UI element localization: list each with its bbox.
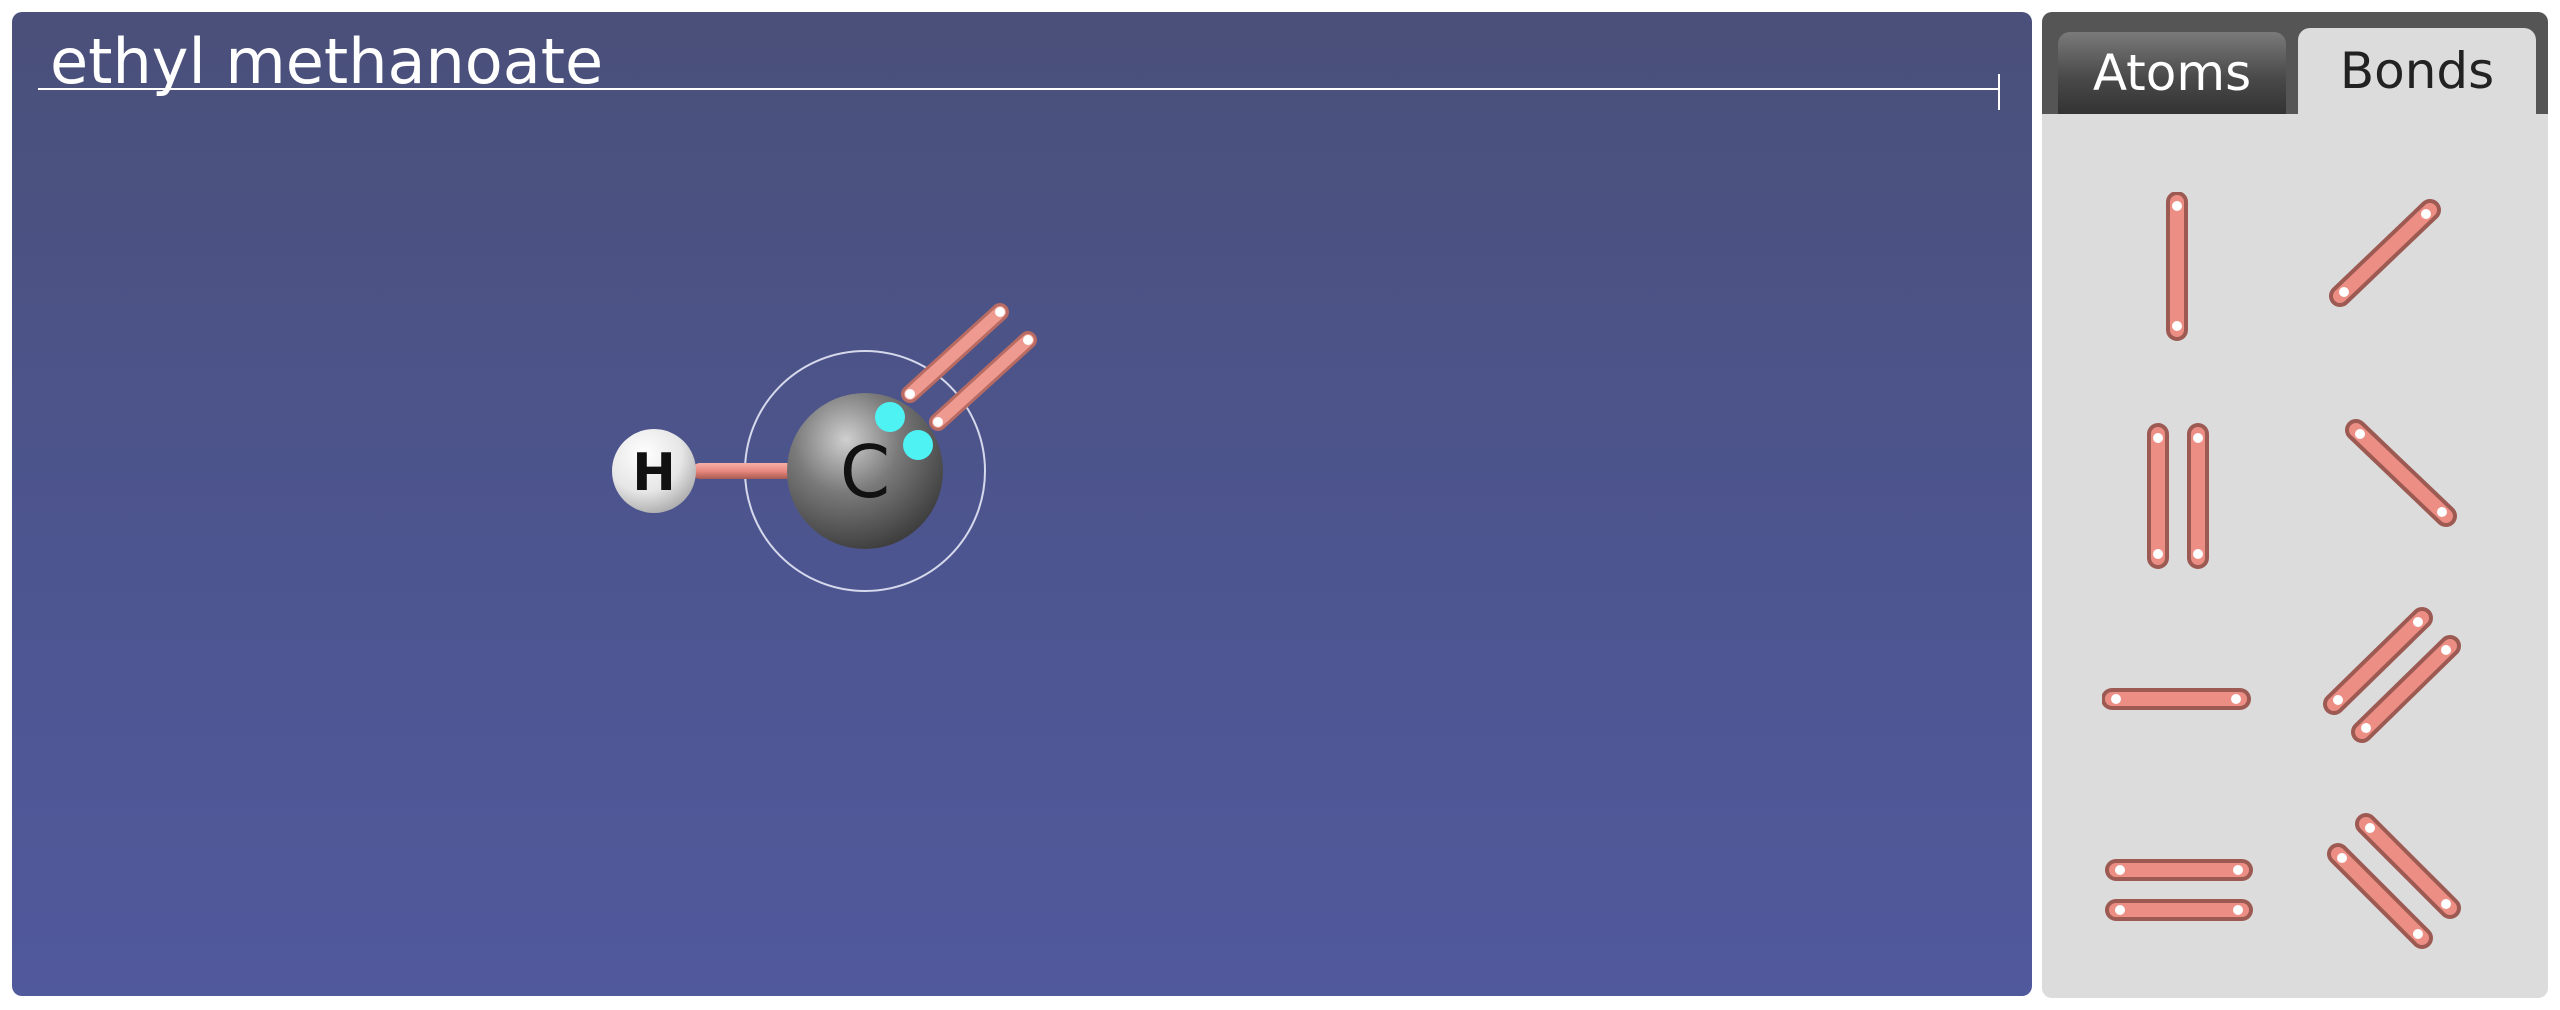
single-vertical-bond-tool[interactable] xyxy=(2102,192,2252,342)
atom-hydrogen[interactable]: H xyxy=(612,429,696,513)
single-diagonal-down-bond-tool[interactable] xyxy=(2322,412,2472,562)
single-diagonal-up-bond-tool[interactable] xyxy=(2322,192,2472,342)
double-horizontal-bond-tool[interactable] xyxy=(2104,812,2254,962)
tab-bar: Atoms Bonds xyxy=(2042,12,2548,114)
tool-panel: Atoms Bonds xyxy=(2042,12,2548,998)
single-horizontal-bond-tool[interactable] xyxy=(2102,624,2252,774)
svg-text:H: H xyxy=(632,443,676,503)
svg-text:C: C xyxy=(840,430,890,514)
open-site-2[interactable] xyxy=(903,430,933,460)
atom-carbon[interactable]: C xyxy=(787,393,943,549)
double-diagonal-down-bond-tool[interactable] xyxy=(2324,812,2474,962)
open-site-1[interactable] xyxy=(875,402,905,432)
tab-atoms[interactable]: Atoms xyxy=(2058,32,2286,114)
double-vertical-bond-tool[interactable] xyxy=(2102,422,2252,572)
molecule-view[interactable]: C H xyxy=(12,12,2032,996)
double-diagonal-up-bond-tool[interactable] xyxy=(2322,600,2472,750)
molecule-canvas[interactable]: ethyl methanoate C H xyxy=(12,12,2032,996)
tab-bonds[interactable]: Bonds xyxy=(2298,28,2536,114)
